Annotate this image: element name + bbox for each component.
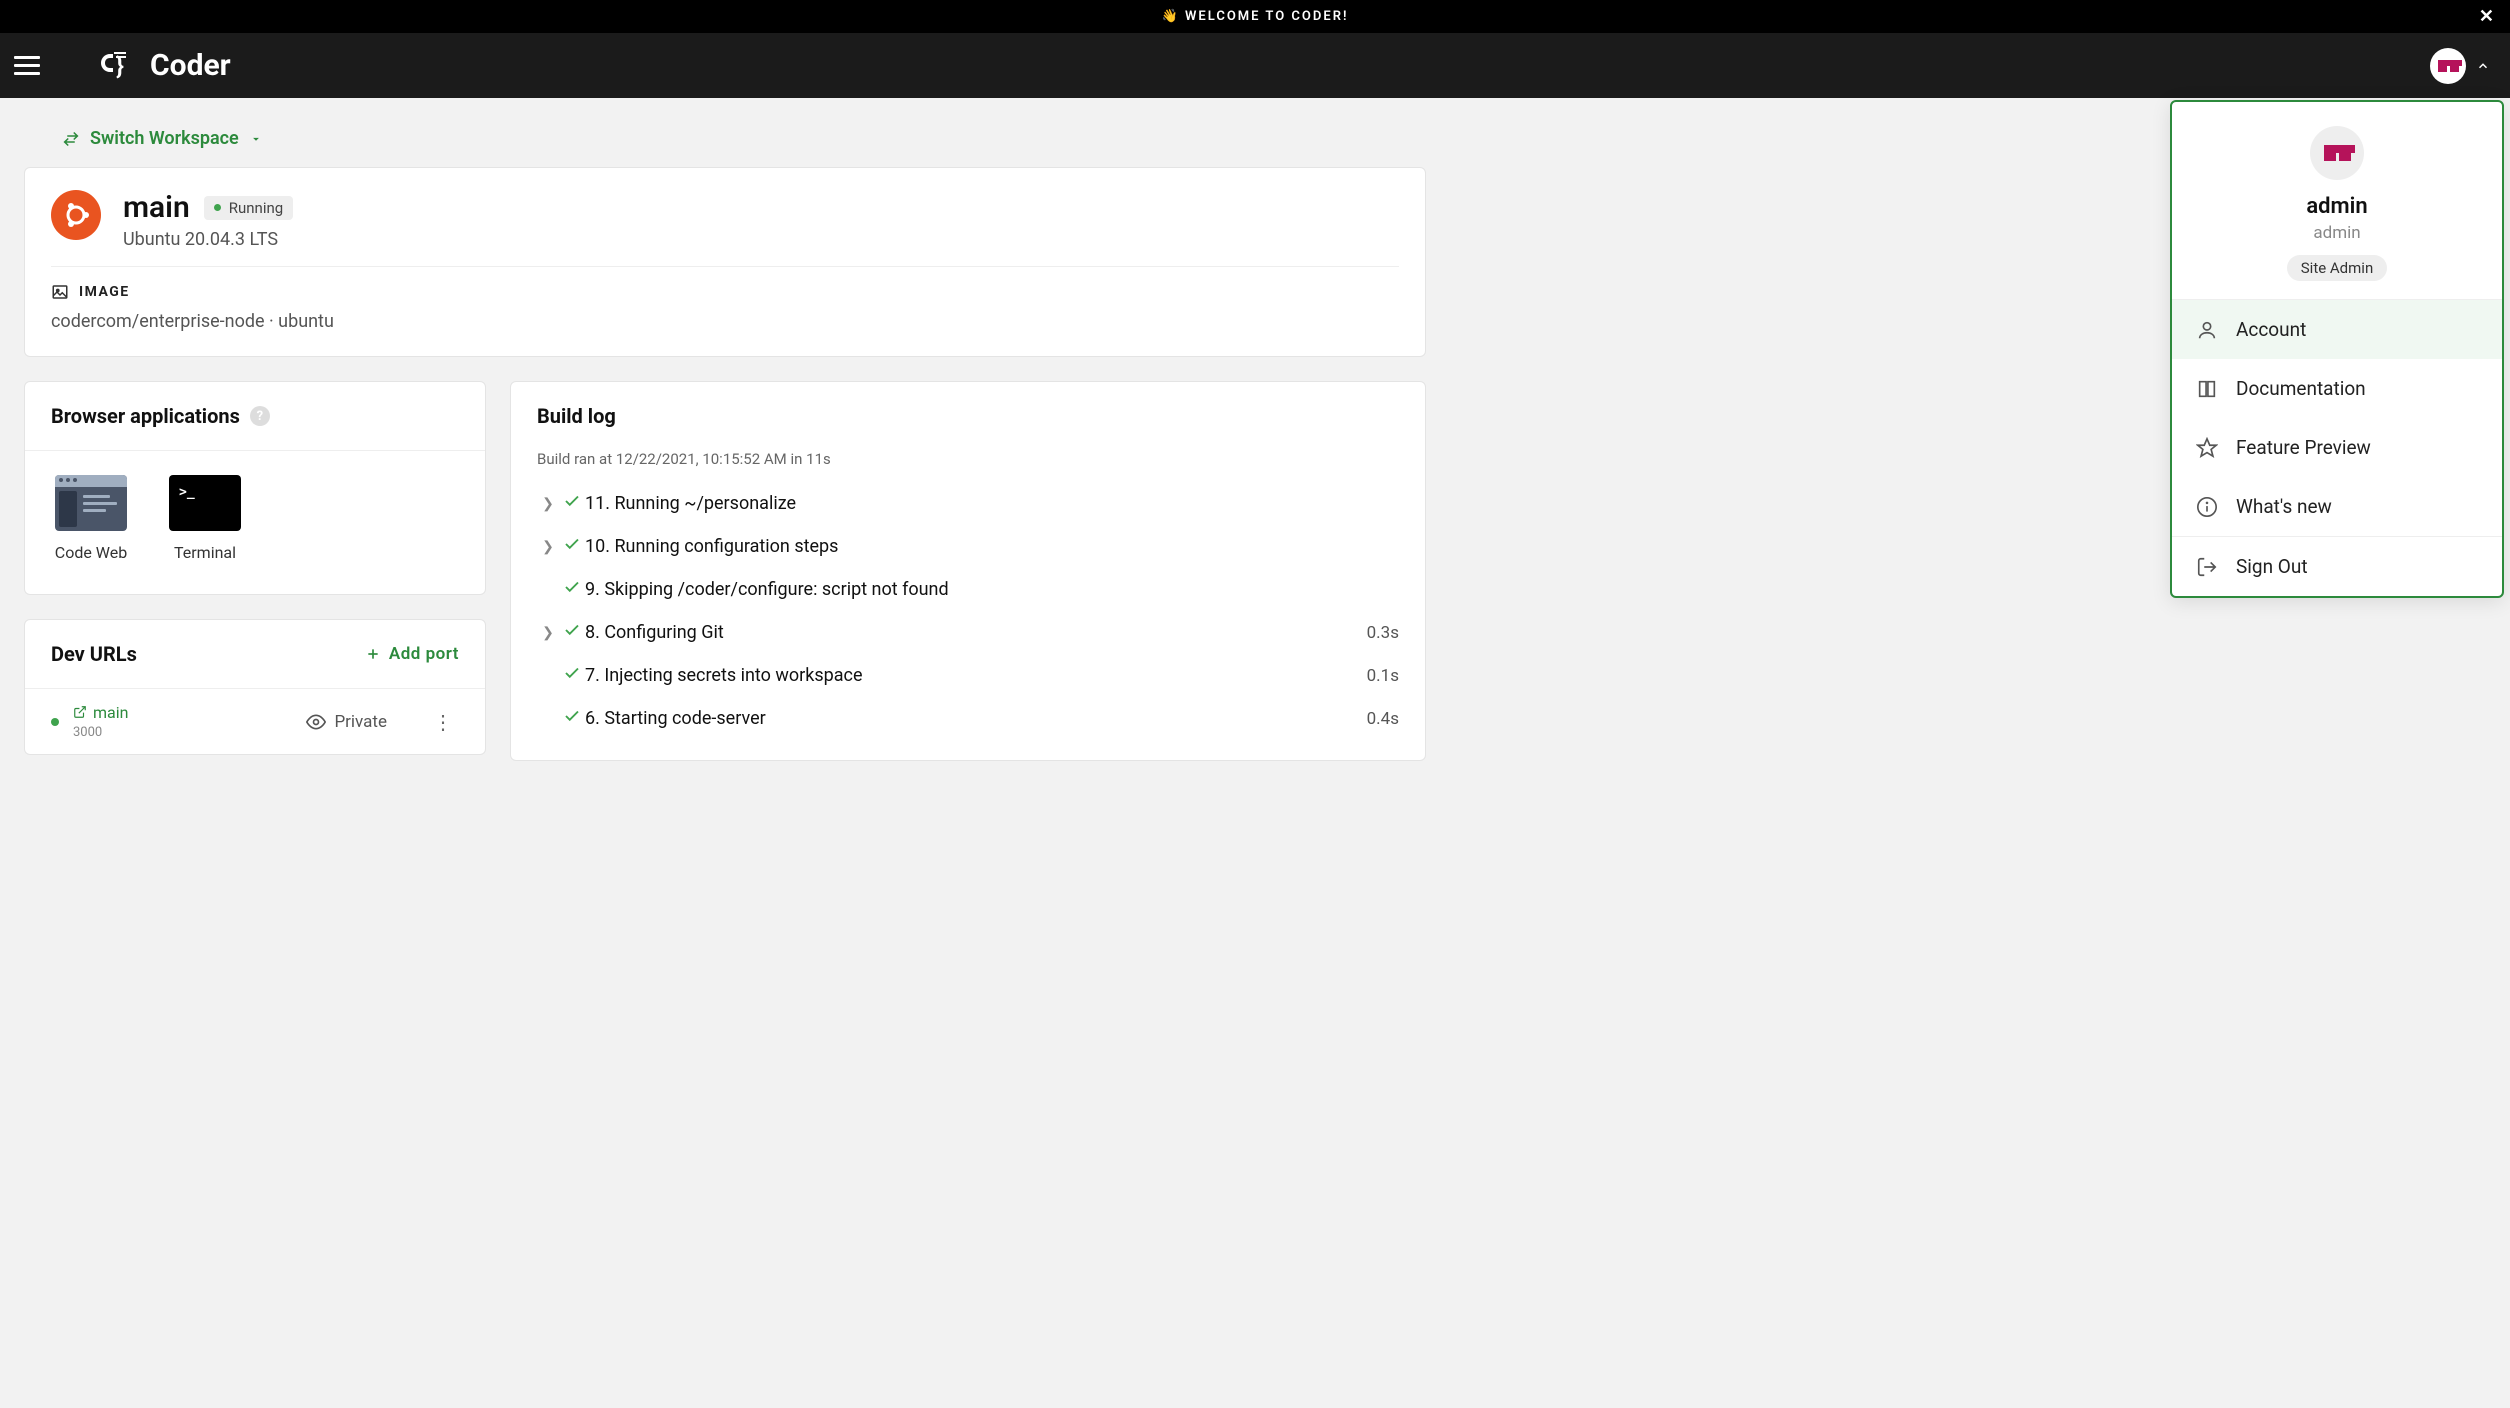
coder-logo-icon: } <box>96 48 140 84</box>
build-step-label: 9. Skipping /coder/configure: script not… <box>585 579 1399 600</box>
dev-urls-panel: Dev URLs Add port main 3000 <box>24 619 486 756</box>
account-icon <box>2196 319 2218 341</box>
chevron-down-icon <box>249 132 263 146</box>
workspace-os: Ubuntu 20.04.3 LTS <box>123 229 293 250</box>
chevron-right-icon: ❯ <box>537 625 559 641</box>
image-label: IMAGE <box>79 284 130 300</box>
build-log-panel: Build log Build ran at 12/22/2021, 10:15… <box>510 381 1426 761</box>
code-editor-icon <box>55 475 127 531</box>
build-step[interactable]: ❯ 11. Running ~/personalize <box>527 482 1409 525</box>
app-label: Code Web <box>55 543 127 564</box>
user-menu-item-label: What's new <box>2236 495 2332 518</box>
check-icon <box>559 535 585 558</box>
build-step: ❯9. Skipping /coder/configure: script no… <box>527 568 1409 611</box>
switch-workspace-button[interactable]: Switch Workspace <box>62 128 263 149</box>
add-port-label: Add port <box>389 644 459 664</box>
image-value: codercom/enterprise-node · ubuntu <box>51 311 1399 332</box>
dev-urls-title: Dev URLs <box>51 642 137 666</box>
build-step-label: 6. Starting code-server <box>585 708 1367 729</box>
external-link-icon <box>73 705 87 719</box>
image-icon <box>51 283 69 301</box>
status-text: Running <box>229 199 283 217</box>
user-menu-item-label: Documentation <box>2236 377 2366 400</box>
privacy-label: Private <box>334 712 387 732</box>
sign-out-icon <box>2196 556 2218 578</box>
terminal-icon: >_ <box>169 475 241 531</box>
dev-url-link[interactable]: main <box>73 703 128 722</box>
workspace-name: main <box>123 190 190 225</box>
user-menu-button[interactable] <box>2430 48 2490 84</box>
user-menu-item-documentation[interactable]: Documentation <box>2172 359 2502 418</box>
status-dot-icon <box>51 718 59 726</box>
ubuntu-logo-icon <box>51 190 101 240</box>
user-name: admin <box>2306 194 2367 219</box>
dev-url-name: main <box>93 703 128 722</box>
dev-url-privacy: Private <box>306 712 387 732</box>
build-step: ❯6. Starting code-server0.4s <box>527 697 1409 740</box>
app-code-web[interactable]: Code Web <box>51 475 131 564</box>
chevron-right-icon: ❯ <box>537 539 559 555</box>
check-icon <box>559 578 585 601</box>
check-icon <box>559 492 585 515</box>
build-step-label: 11. Running ~/personalize <box>585 493 1399 514</box>
kebab-menu-icon[interactable]: ⋮ <box>427 710 459 734</box>
user-menu-item-account[interactable]: Account <box>2172 300 2502 359</box>
sign-out-label: Sign Out <box>2236 555 2308 578</box>
user-menu-item-feature-preview[interactable]: Feature Preview <box>2172 418 2502 477</box>
avatar <box>2310 126 2364 180</box>
build-step-time: 0.3s <box>1367 623 1399 643</box>
build-step-label: 7. Injecting secrets into workspace <box>585 665 1367 686</box>
build-step-time: 0.4s <box>1367 709 1399 729</box>
info-icon <box>2196 496 2218 518</box>
dev-url-row: main 3000 Private ⋮ <box>25 688 485 755</box>
switch-workspace-label: Switch Workspace <box>90 128 239 149</box>
chevron-right-icon: ❯ <box>537 496 559 512</box>
dev-url-port: 3000 <box>73 725 306 740</box>
browser-apps-panel: Browser applications ? Code Web <box>24 381 486 595</box>
build-log-title: Build log <box>537 404 616 428</box>
app-label: Terminal <box>174 543 236 564</box>
user-menu-item-label: Account <box>2236 318 2306 341</box>
check-icon <box>559 707 585 730</box>
plus-icon <box>365 646 381 662</box>
user-menu-item-label: Feature Preview <box>2236 436 2371 459</box>
hamburger-menu-icon[interactable] <box>14 50 46 82</box>
brand-name: Coder <box>150 48 231 83</box>
close-icon[interactable]: ✕ <box>2479 8 2496 26</box>
build-log-meta: Build ran at 12/22/2021, 10:15:52 AM in … <box>511 450 1425 478</box>
status-badge: Running <box>204 196 293 220</box>
build-step-time: 0.1s <box>1367 666 1399 686</box>
build-step-label: 10. Running configuration steps <box>585 536 1399 557</box>
check-icon <box>559 621 585 644</box>
wave-emoji: 👋 <box>1162 9 1180 24</box>
user-menu-item-what-s-new[interactable]: What's new <box>2172 477 2502 536</box>
user-menu: admin admin Site Admin Account Documentat… <box>2170 100 2504 598</box>
avatar <box>2430 48 2466 84</box>
add-port-button[interactable]: Add port <box>365 644 459 664</box>
sign-out-button[interactable]: Sign Out <box>2172 537 2502 596</box>
user-login: admin <box>2313 223 2360 243</box>
chevron-up-icon <box>2476 59 2490 73</box>
user-role-badge: Site Admin <box>2287 255 2387 281</box>
build-step[interactable]: ❯ 10. Running configuration steps <box>527 525 1409 568</box>
browser-apps-title: Browser applications <box>51 404 240 428</box>
build-step: ❯7. Injecting secrets into workspace0.1s <box>527 654 1409 697</box>
brand[interactable]: } Coder <box>96 48 231 84</box>
welcome-text: WELCOME TO CODER! <box>1185 9 1348 24</box>
status-dot-icon <box>214 204 221 211</box>
star-icon <box>2196 437 2218 459</box>
topbar: } Coder <box>0 33 2510 98</box>
build-step[interactable]: ❯ 8. Configuring Git0.3s <box>527 611 1409 654</box>
eye-icon <box>306 712 326 732</box>
book-icon <box>2196 378 2218 400</box>
help-icon[interactable]: ? <box>250 406 270 426</box>
workspace-card: main Running Ubuntu 20.04.3 LTS IMAGE co… <box>24 167 1426 357</box>
app-terminal[interactable]: >_ Terminal <box>165 475 245 564</box>
swap-icon <box>62 130 80 148</box>
check-icon <box>559 664 585 687</box>
build-step-label: 8. Configuring Git <box>585 622 1367 643</box>
welcome-bar: 👋 WELCOME TO CODER! ✕ <box>0 0 2510 33</box>
